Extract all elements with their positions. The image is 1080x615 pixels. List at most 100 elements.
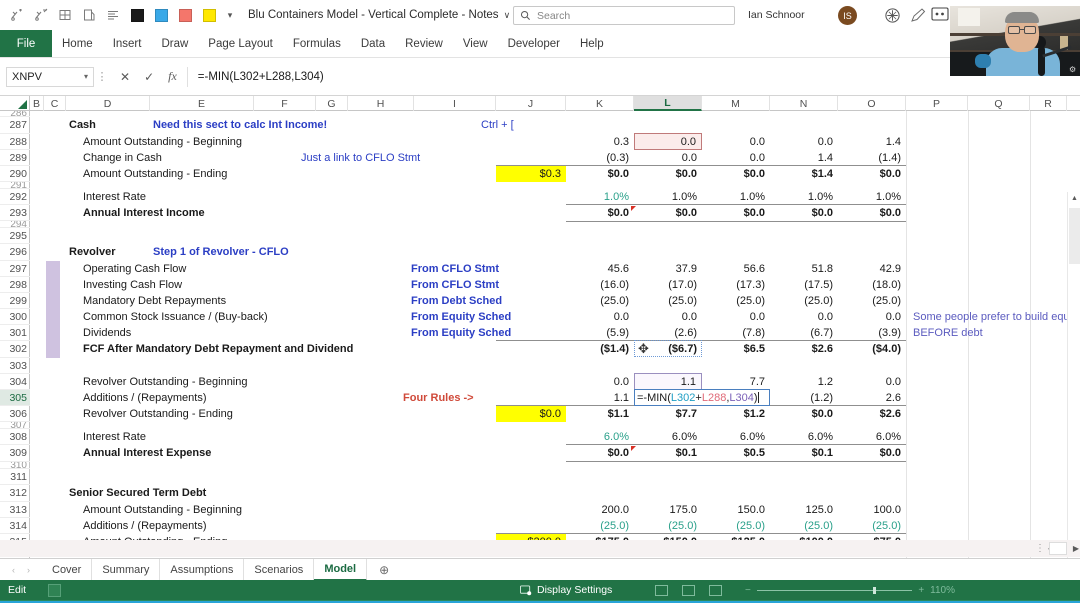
column-header-B[interactable]: B xyxy=(30,96,44,111)
cell-N313[interactable]: 125.0 xyxy=(770,502,838,518)
cell-L293[interactable]: $0.0 xyxy=(634,205,702,221)
cell-D296-revolver-title[interactable]: Revolver xyxy=(66,244,156,260)
cell-D314-label[interactable]: Additions / (Repayments) xyxy=(80,518,340,534)
cell-M289[interactable]: 0.0 xyxy=(702,150,770,166)
sheet-tab-scenarios[interactable]: Scenarios xyxy=(244,558,315,581)
cell-D292-label[interactable]: Interest Rate xyxy=(80,189,300,205)
accessibility-check-icon[interactable] xyxy=(48,583,62,597)
row-header-309[interactable]: 309 xyxy=(0,445,30,462)
fill-color-red-swatch[interactable] xyxy=(174,4,196,26)
cell-M290[interactable]: $0.0 xyxy=(702,166,770,182)
cell-L299[interactable]: (25.0) xyxy=(634,293,702,309)
column-header-Q[interactable]: Q xyxy=(968,96,1030,111)
cell-F287-note[interactable]: Need this sect to calc Int Income! xyxy=(150,117,390,133)
cell-K314[interactable]: (25.0) xyxy=(566,518,634,534)
row-header-289[interactable]: 289 xyxy=(0,150,30,166)
cell-N309[interactable]: $0.1 xyxy=(770,445,838,461)
cell-K309[interactable]: $0.0 xyxy=(566,445,634,461)
cell-L298[interactable]: (17.0) xyxy=(634,277,702,293)
cell-K304[interactable]: 0.0 xyxy=(566,374,634,390)
row-header-303[interactable]: 303 xyxy=(0,358,30,374)
cell-L289[interactable]: 0.0 xyxy=(634,150,702,166)
cell-M302[interactable]: $6.5 xyxy=(702,341,770,357)
cell-O314[interactable]: (25.0) xyxy=(838,518,906,534)
column-header-R[interactable]: R xyxy=(1030,96,1067,111)
cell-I298-source[interactable]: From CFLO Stmt xyxy=(408,277,558,293)
cell-D300-label[interactable]: Common Stock Issuance / (Buy-back) xyxy=(80,309,410,325)
tab-page-layout[interactable]: Page Layout xyxy=(198,30,283,57)
tab-help[interactable]: Help xyxy=(570,30,614,57)
fill-color-yellow-swatch[interactable] xyxy=(198,4,220,26)
cell-D309-label[interactable]: Annual Interest Expense xyxy=(80,445,340,461)
sheet-tab-model[interactable]: Model xyxy=(314,558,368,581)
chevron-down-icon[interactable]: ∨ xyxy=(504,10,511,20)
cell-L313[interactable]: 175.0 xyxy=(634,502,702,518)
row-header-300[interactable]: 300 xyxy=(0,309,30,325)
tab-review[interactable]: Review xyxy=(395,30,453,57)
cell-J290-input[interactable]: $0.3 xyxy=(496,166,566,182)
cell-O302[interactable]: ($4.0) xyxy=(838,341,906,357)
cell-N288[interactable]: 0.0 xyxy=(770,134,838,150)
horizontal-scroll-thumb[interactable] xyxy=(1,542,1027,555)
cell-I300-source[interactable]: From Equity Sched xyxy=(408,309,558,325)
zoom-in-icon[interactable]: + xyxy=(918,585,924,596)
cell-L308[interactable]: 6.0% xyxy=(634,429,702,445)
cell-L290[interactable]: $0.0 xyxy=(634,166,702,182)
ribbon-display-options-icon[interactable] xyxy=(931,6,951,24)
cell-M293[interactable]: $0.0 xyxy=(702,205,770,221)
cell-G289-note[interactable]: Just a link to CFLO Stmt xyxy=(298,150,478,166)
row-header-297[interactable]: 297 xyxy=(0,261,30,277)
cell-O293[interactable]: $0.0 xyxy=(838,205,906,221)
row-header-294[interactable]: 294 xyxy=(0,221,30,228)
cell-L306[interactable]: $7.7 xyxy=(634,406,702,422)
webcam-video-overlay[interactable]: ⚙ xyxy=(950,6,1080,76)
column-header-I[interactable]: I xyxy=(414,96,496,111)
sheet-tab-cover[interactable]: Cover xyxy=(42,558,93,581)
row-header-292[interactable]: 292 xyxy=(0,189,30,205)
cell-N308[interactable]: 6.0% xyxy=(770,429,838,445)
tab-file[interactable]: File xyxy=(0,30,52,57)
zoom-slider-handle[interactable] xyxy=(872,586,876,594)
tab-formulas[interactable]: Formulas xyxy=(283,30,351,57)
insert-cells-icon[interactable] xyxy=(6,4,28,26)
cell-M301[interactable]: (7.8) xyxy=(702,325,770,341)
cell-K299[interactable]: (25.0) xyxy=(566,293,634,309)
sheet-tab-summary[interactable]: Summary xyxy=(92,558,161,581)
cell-K289[interactable]: (0.3) xyxy=(566,150,634,166)
select-all-corner[interactable] xyxy=(0,96,30,111)
formula-input[interactable]: =-MIN(L302+L288,L304) xyxy=(186,66,1080,87)
row-header-293[interactable]: 293 xyxy=(0,205,30,221)
cell-L305-editing[interactable]: =-MIN(L302 + L288, L304) xyxy=(634,389,770,406)
cell-N299[interactable]: (25.0) xyxy=(770,293,838,309)
cell-K300[interactable]: 0.0 xyxy=(566,309,634,325)
cell-M300[interactable]: 0.0 xyxy=(702,309,770,325)
row-header-295[interactable]: 295 xyxy=(0,228,30,244)
row-header-310[interactable]: 310 xyxy=(0,462,30,469)
scroll-right-icon[interactable]: ▶ xyxy=(1069,542,1080,555)
cell-O300[interactable]: 0.0 xyxy=(838,309,906,325)
cell-L297[interactable]: 37.9 xyxy=(634,261,702,277)
row-header-298[interactable]: 298 xyxy=(0,277,30,293)
row-header-296[interactable]: 296 xyxy=(0,244,30,261)
cell-M297[interactable]: 56.6 xyxy=(702,261,770,277)
cell-L314[interactable]: (25.0) xyxy=(634,518,702,534)
cell-O309[interactable]: $0.0 xyxy=(838,445,906,461)
row-header-308[interactable]: 308 xyxy=(0,429,30,445)
add-sheet-icon[interactable]: ⊕ xyxy=(367,563,401,577)
cell-D312-term-debt-title[interactable]: Senior Secured Term Debt xyxy=(66,485,286,501)
cell-N302[interactable]: $2.6 xyxy=(770,341,838,357)
row-header-302[interactable]: 302 xyxy=(0,341,30,358)
display-settings-button[interactable]: Display Settings xyxy=(520,584,612,596)
cell-N292[interactable]: 1.0% xyxy=(770,189,838,205)
column-header-J[interactable]: J xyxy=(496,96,566,111)
cell-O304[interactable]: 0.0 xyxy=(838,374,906,390)
cell-L288-referenced[interactable]: 0.0 xyxy=(634,133,702,150)
scroll-up-icon[interactable]: ▲ xyxy=(1068,192,1080,205)
cell-N306[interactable]: $0.0 xyxy=(770,406,838,422)
cell-P300-side-note[interactable]: Some people prefer to build equi xyxy=(910,309,1080,325)
column-header-E[interactable]: E xyxy=(150,96,254,111)
cell-M313[interactable]: 150.0 xyxy=(702,502,770,518)
column-header-C[interactable]: C xyxy=(44,96,66,111)
cell-O289[interactable]: (1.4) xyxy=(838,150,906,166)
cell-O308[interactable]: 6.0% xyxy=(838,429,906,445)
